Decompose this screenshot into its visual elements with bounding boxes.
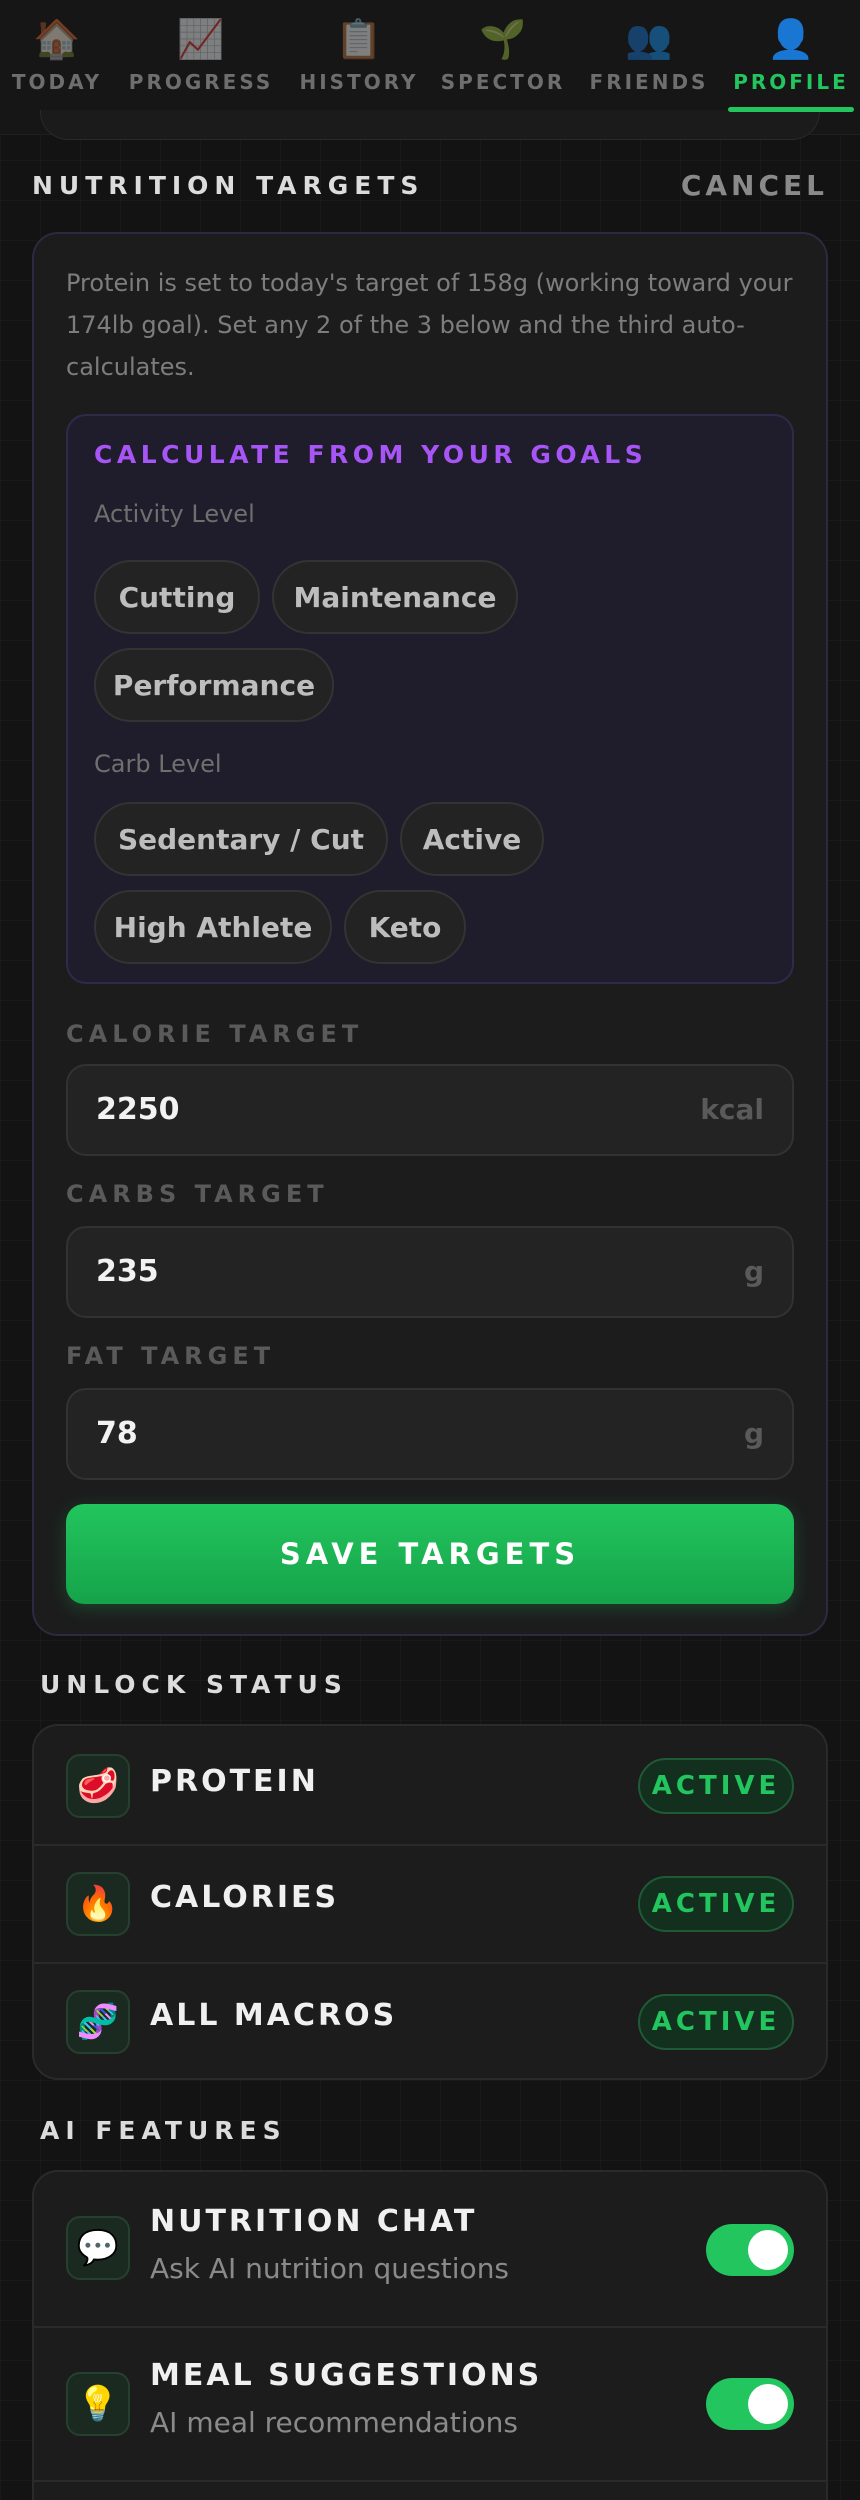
ai-row-meal-suggestions: 💡 MEAL SUGGESTIONS AI meal recommendatio… bbox=[34, 2326, 826, 2480]
tab-label: SPECTOR bbox=[440, 70, 566, 94]
tab-today[interactable]: 🏠 TODAY bbox=[11, 0, 103, 110]
ai-features-title: AI FEATURES bbox=[40, 2116, 287, 2145]
calculate-from-goals-panel: CALCULATE FROM YOUR GOALS Activity Level… bbox=[66, 414, 794, 984]
ai-features-card: 💬 NUTRITION CHAT Ask AI nutrition questi… bbox=[32, 2170, 828, 2500]
tab-friends[interactable]: 👥 FRIENDS bbox=[590, 0, 706, 110]
nutrition-targets-card: Protein is set to today's target of 158g… bbox=[32, 232, 828, 1636]
carbs-target-input[interactable]: 235 g bbox=[66, 1226, 794, 1318]
tab-label: FRIENDS bbox=[589, 70, 709, 94]
carb-option-sedentary-cut[interactable]: Sedentary / Cut bbox=[94, 802, 388, 876]
seedling-icon: 🌱 bbox=[479, 17, 527, 61]
fat-target-input[interactable]: 78 g bbox=[66, 1388, 794, 1480]
carb-option-keto[interactable]: Keto bbox=[344, 890, 466, 964]
feature-description: AI meal recommendations bbox=[150, 2406, 518, 2439]
carb-option-high-athlete[interactable]: High Athlete bbox=[94, 890, 332, 964]
unlock-status-card: 🥩 PROTEIN ACTIVE 🔥 CALORIES ACTIVE 🧬 ALL… bbox=[32, 1724, 828, 2080]
unlock-label: CALORIES bbox=[150, 1880, 340, 1915]
tab-progress[interactable]: 📈 PROGRESS bbox=[128, 0, 274, 110]
chat-bubble-icon: 💬 bbox=[66, 2216, 130, 2280]
field-unit: g bbox=[743, 1255, 764, 1288]
ai-row-nutrition-chat: 💬 NUTRITION CHAT Ask AI nutrition questi… bbox=[34, 2172, 826, 2326]
lightbulb-icon: 💡 bbox=[66, 2372, 130, 2436]
carb-option-active[interactable]: Active bbox=[400, 802, 544, 876]
status-badge: ACTIVE bbox=[638, 1758, 794, 1814]
toggle-knob bbox=[748, 2384, 788, 2424]
tab-spector[interactable]: 🌱 SPECTOR bbox=[440, 0, 566, 110]
field-unit: kcal bbox=[700, 1093, 764, 1126]
feature-title: MEAL SUGGESTIONS bbox=[150, 2358, 543, 2393]
field-value: 2250 bbox=[96, 1092, 180, 1127]
save-targets-button[interactable]: SAVE TARGETS bbox=[66, 1504, 794, 1604]
feature-description: Ask AI nutrition questions bbox=[150, 2252, 510, 2285]
ai-row-next bbox=[34, 2480, 826, 2500]
calorie-target-label: CALORIE TARGET bbox=[66, 1020, 364, 1048]
meat-icon: 🥩 bbox=[66, 1754, 130, 1818]
unlock-row-protein: 🥩 PROTEIN ACTIVE bbox=[34, 1726, 826, 1844]
people-icon: 👥 bbox=[625, 17, 673, 61]
activity-option-cutting[interactable]: Cutting bbox=[94, 560, 260, 634]
tab-profile[interactable]: 👤 PROFILE bbox=[728, 0, 854, 112]
dna-icon: 🧬 bbox=[66, 1990, 130, 2054]
nutrition-header: NUTRITION TARGETS CANCEL bbox=[32, 168, 828, 202]
activity-level-label: Activity Level bbox=[94, 500, 255, 528]
clipboard-icon: 📋 bbox=[335, 17, 383, 61]
status-badge: ACTIVE bbox=[638, 1994, 794, 2050]
tab-label: TODAY bbox=[11, 70, 103, 94]
fat-target-label: FAT TARGET bbox=[66, 1342, 276, 1370]
activity-option-maintenance[interactable]: Maintenance bbox=[272, 560, 518, 634]
top-navigation: 🏠 TODAY 📈 PROGRESS 📋 HISTORY 🌱 SPECTOR 👥… bbox=[0, 0, 860, 140]
tab-label: PROGRESS bbox=[128, 70, 274, 94]
toggle-knob bbox=[748, 2230, 788, 2270]
feature-title: NUTRITION CHAT bbox=[150, 2204, 478, 2239]
home-icon: 🏠 bbox=[33, 17, 81, 61]
activity-option-performance[interactable]: Performance bbox=[94, 648, 334, 722]
field-value: 78 bbox=[96, 1416, 138, 1451]
unlock-label: ALL MACROS bbox=[150, 1998, 398, 2033]
section-title: NUTRITION TARGETS bbox=[32, 170, 425, 200]
unlock-label: PROTEIN bbox=[150, 1764, 319, 1799]
unlock-status-title: UNLOCK STATUS bbox=[40, 1670, 348, 1699]
field-unit: g bbox=[743, 1417, 764, 1450]
fire-icon: 🔥 bbox=[66, 1872, 130, 1936]
cancel-button[interactable]: CANCEL bbox=[681, 169, 828, 202]
active-tab-indicator bbox=[728, 107, 854, 112]
status-badge: ACTIVE bbox=[638, 1876, 794, 1932]
tab-history[interactable]: 📋 HISTORY bbox=[299, 0, 419, 110]
nutrition-chat-toggle[interactable] bbox=[706, 2224, 794, 2276]
calorie-target-input[interactable]: 2250 kcal bbox=[66, 1064, 794, 1156]
intro-text: Protein is set to today's target of 158g… bbox=[66, 269, 793, 381]
tab-label: PROFILE bbox=[733, 70, 849, 94]
carbs-target-label: CARBS TARGET bbox=[66, 1180, 329, 1208]
unlock-row-all-macros: 🧬 ALL MACROS ACTIVE bbox=[34, 1962, 826, 2078]
nav-shadow-panel bbox=[40, 110, 820, 140]
field-value: 235 bbox=[96, 1254, 159, 1289]
unlock-row-calories: 🔥 CALORIES ACTIVE bbox=[34, 1844, 826, 1962]
chart-icon: 📈 bbox=[177, 17, 225, 61]
tab-label: HISTORY bbox=[299, 70, 419, 94]
meal-suggestions-toggle[interactable] bbox=[706, 2378, 794, 2430]
nav-tabs: 🏠 TODAY 📈 PROGRESS 📋 HISTORY 🌱 SPECTOR 👥… bbox=[0, 0, 860, 112]
carb-level-label: Carb Level bbox=[94, 750, 222, 778]
user-icon: 👤 bbox=[767, 17, 815, 61]
panel-title: CALCULATE FROM YOUR GOALS bbox=[94, 440, 648, 469]
